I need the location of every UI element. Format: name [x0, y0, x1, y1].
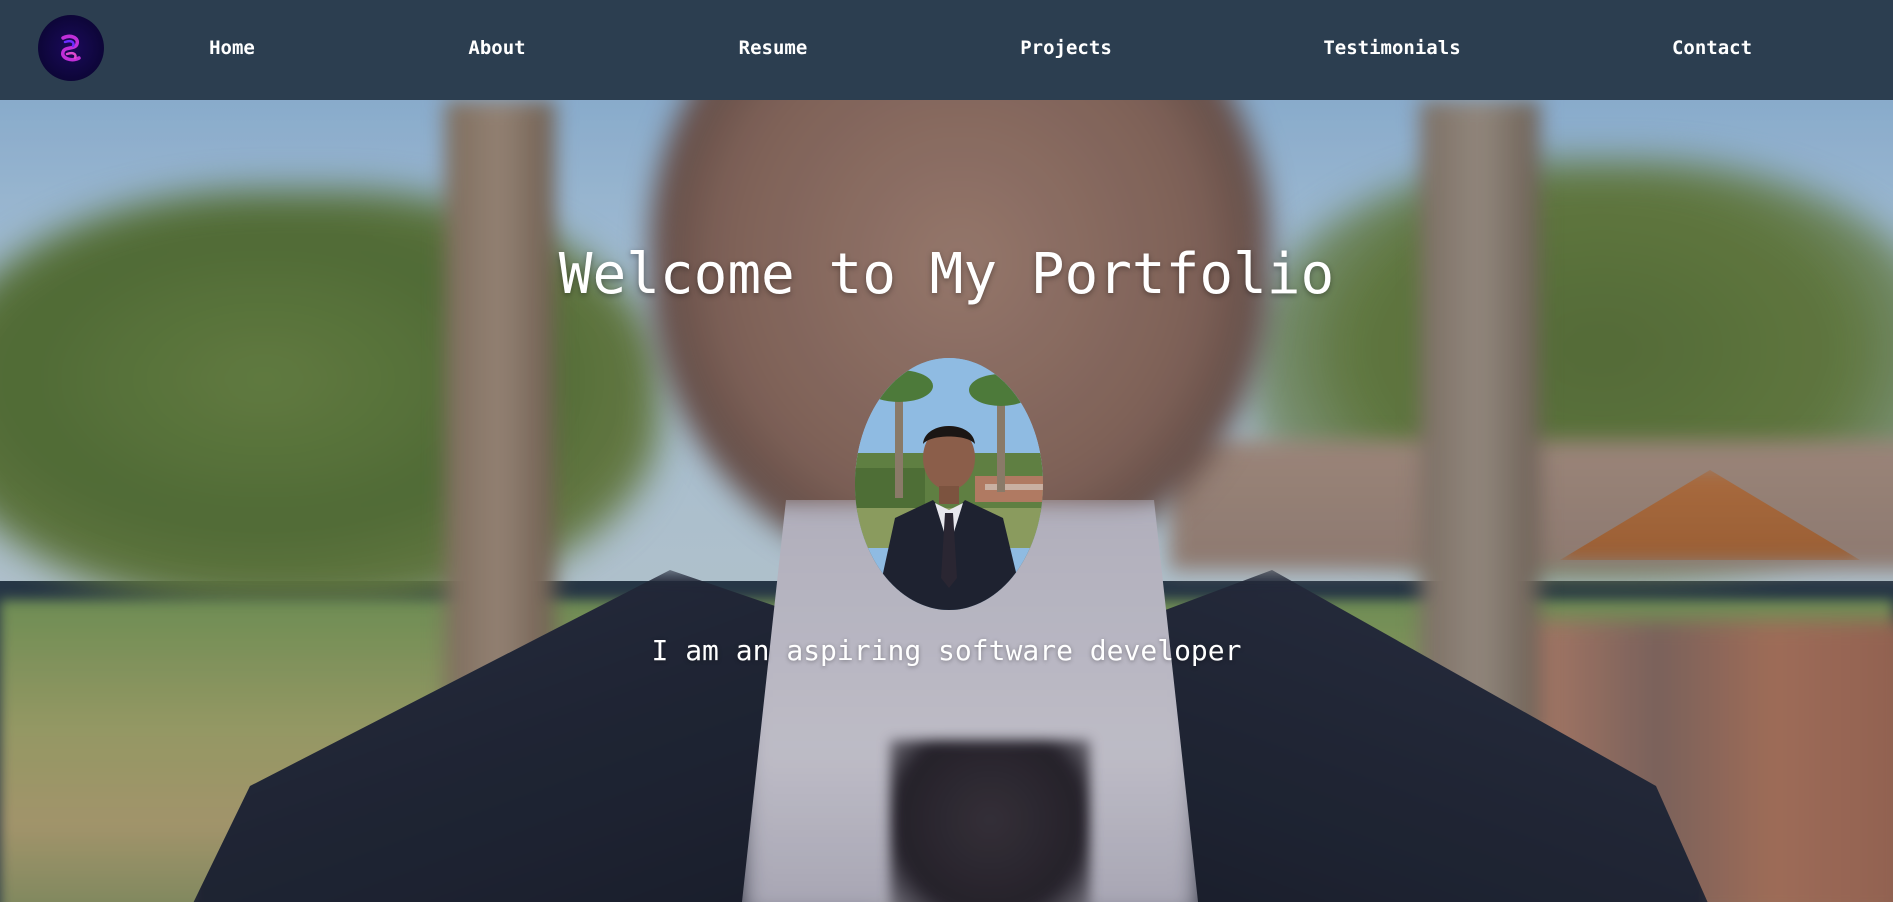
hero-section: Welcome to My Portfolio I am an aspiring…	[0, 100, 1893, 902]
hero-title: Welcome to My Portfolio	[558, 242, 1335, 307]
hero-subtitle: I am an aspiring software developer	[651, 634, 1242, 667]
nav-projects-link[interactable]: Projects	[1020, 33, 1112, 63]
nav-about-link[interactable]: About	[468, 33, 525, 63]
nav-home-link[interactable]: Home	[209, 33, 255, 63]
logo-icon[interactable]	[38, 15, 104, 81]
nav-testimonials-link[interactable]: Testimonials	[1323, 33, 1460, 63]
nav-contact-link[interactable]: Contact	[1672, 33, 1752, 63]
profile-photo	[855, 358, 1043, 610]
nav-resume-link[interactable]: Resume	[739, 33, 808, 63]
navbar: Home About Resume Projects Testimonials …	[0, 0, 1893, 100]
